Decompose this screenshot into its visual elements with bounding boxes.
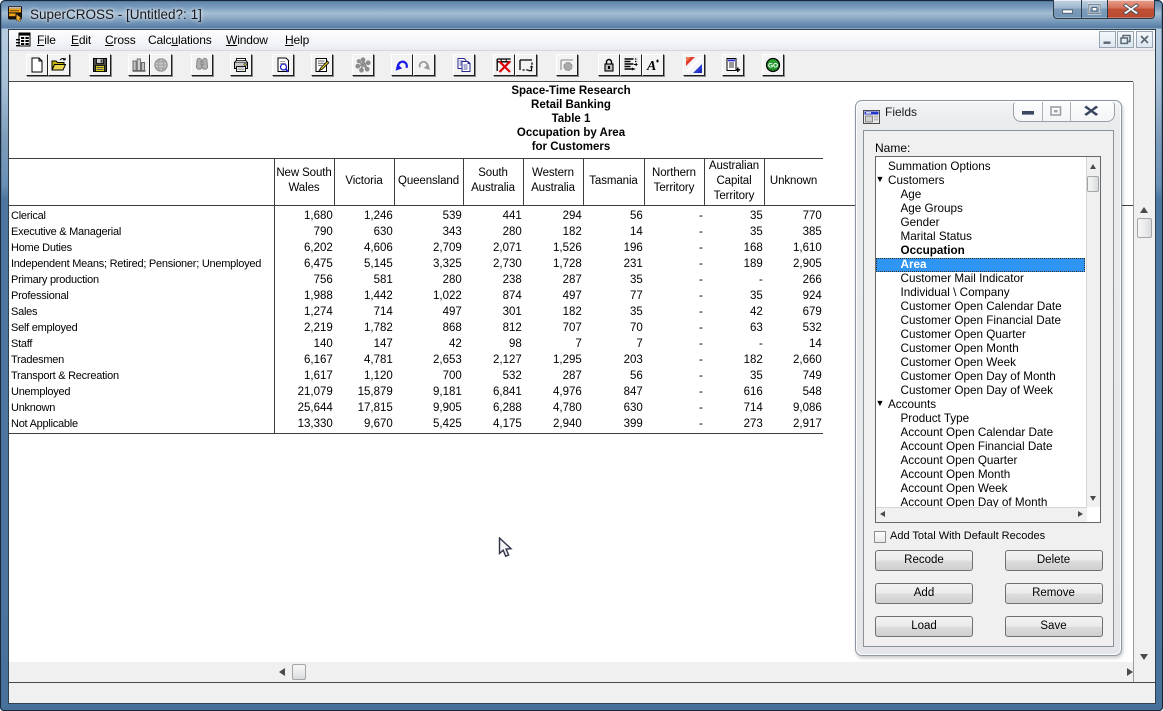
- svg-text:A: A: [646, 59, 656, 73]
- svg-text:GO: GO: [768, 63, 778, 70]
